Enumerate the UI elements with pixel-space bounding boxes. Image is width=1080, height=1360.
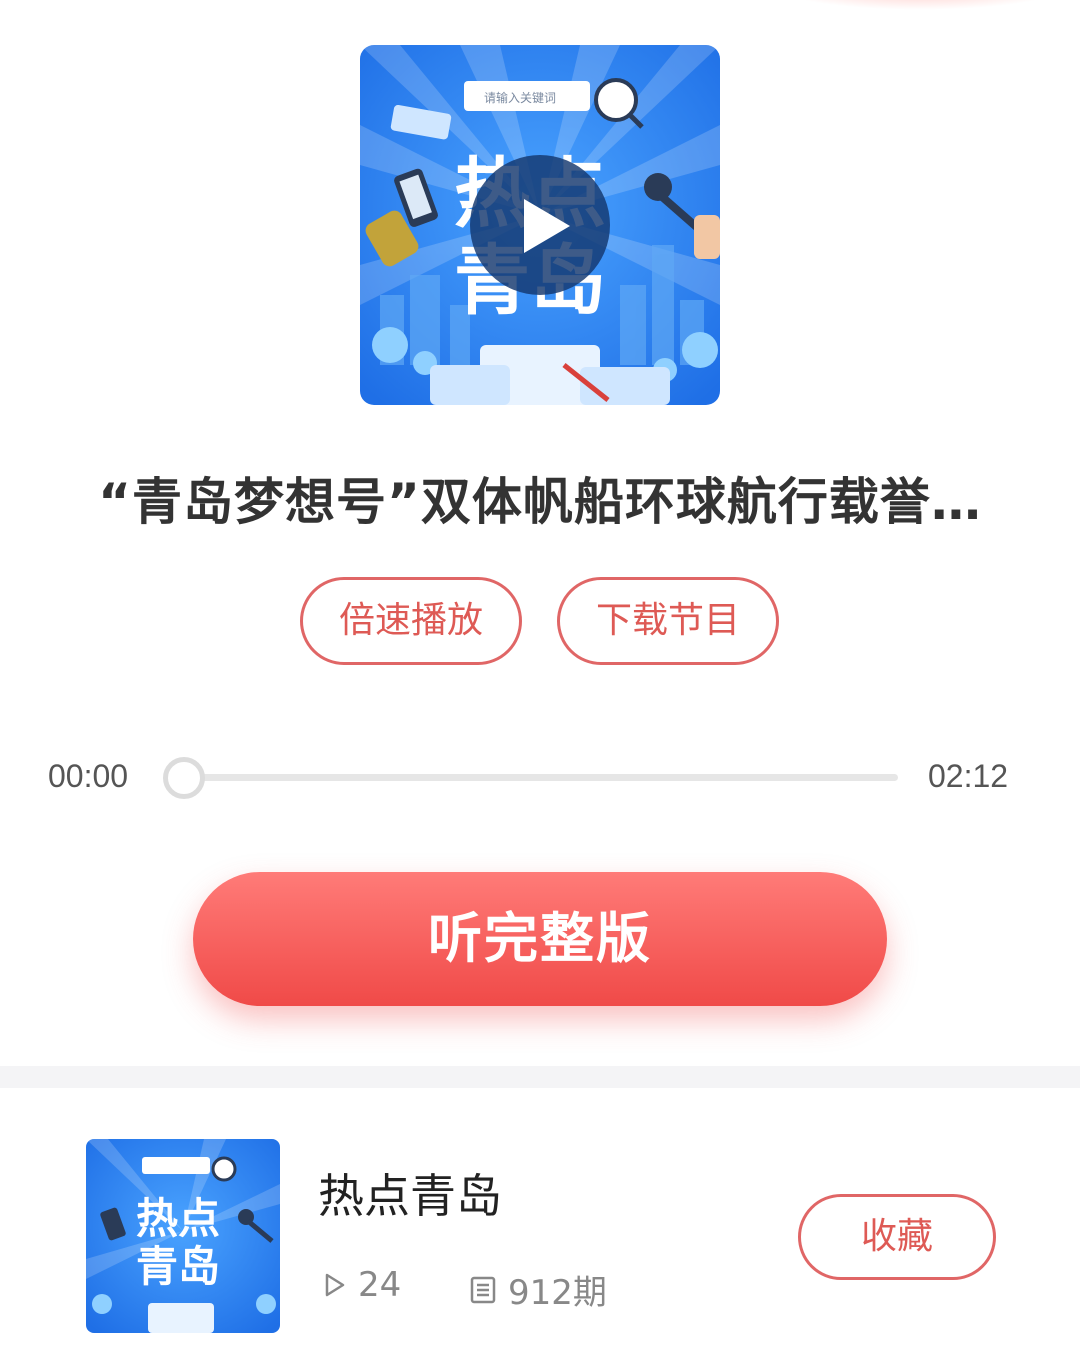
cover-search-placeholder: 请输入关键词: [484, 90, 556, 105]
album-episode-count: 912期: [470, 1265, 607, 1314]
album-name[interactable]: 热点青岛: [318, 1160, 502, 1226]
album-cover-title-line1: 热点: [136, 1194, 220, 1243]
album-play-count: 24: [324, 1265, 401, 1305]
playback-speed-button[interactable]: 倍速播放: [300, 577, 522, 665]
collect-button[interactable]: 收藏: [798, 1194, 996, 1280]
section-divider: [0, 1066, 1080, 1088]
player-page: 请输入关键词 热点 青岛 “青岛梦想号”双体帆船环球航行载誉…: [0, 0, 1080, 1360]
download-episode-button[interactable]: 下载节目: [557, 577, 779, 665]
play-icon: [524, 199, 570, 253]
current-time: 00:00: [48, 758, 129, 794]
progress-thumb[interactable]: [163, 757, 205, 799]
episode-title: “青岛梦想号”双体帆船环球航行载誉…: [98, 473, 982, 531]
total-time: 02:12: [928, 758, 1009, 794]
album-cover-title-line2: 青岛: [136, 1242, 220, 1291]
top-decoration: [770, 0, 1070, 10]
progress-track[interactable]: [184, 774, 898, 781]
play-count-value: 24: [358, 1265, 402, 1305]
listen-full-version-button[interactable]: 听完整版: [193, 872, 887, 1006]
album-cover[interactable]: 热点 青岛: [86, 1139, 280, 1333]
play-count-icon: [325, 1273, 345, 1297]
episode-count-value: 912期: [508, 1273, 607, 1313]
play-button[interactable]: [470, 155, 610, 295]
episode-list-icon: [470, 1276, 496, 1303]
